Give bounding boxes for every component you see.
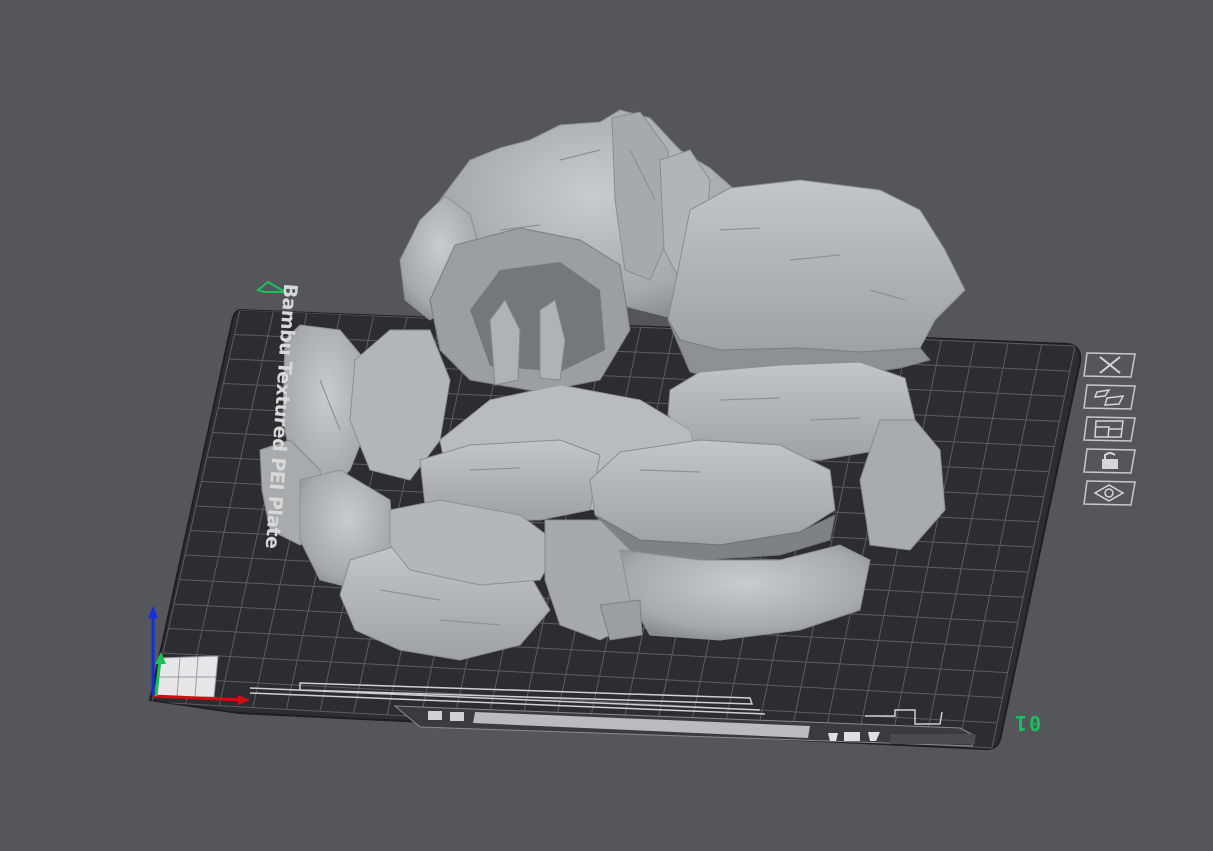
close-icon (1083, 352, 1136, 378)
arrange-plate-button[interactable] (1083, 384, 1137, 410)
delete-plate-button[interactable] (1083, 352, 1137, 378)
lock-icon (1083, 448, 1136, 474)
auto-orient-icon (1083, 416, 1136, 442)
eye-icon (1083, 480, 1136, 506)
lock-plate-button[interactable] (1083, 448, 1137, 474)
plate-toolbar (1083, 352, 1141, 512)
3d-viewport[interactable]: Bambu Textured PEI Plate 01 (0, 0, 1213, 846)
orient-plate-button[interactable] (1083, 416, 1137, 442)
auto-arrange-icon (1083, 384, 1136, 410)
plate-settings-button[interactable] (1083, 480, 1137, 506)
plate-number: 01 (1013, 711, 1042, 735)
